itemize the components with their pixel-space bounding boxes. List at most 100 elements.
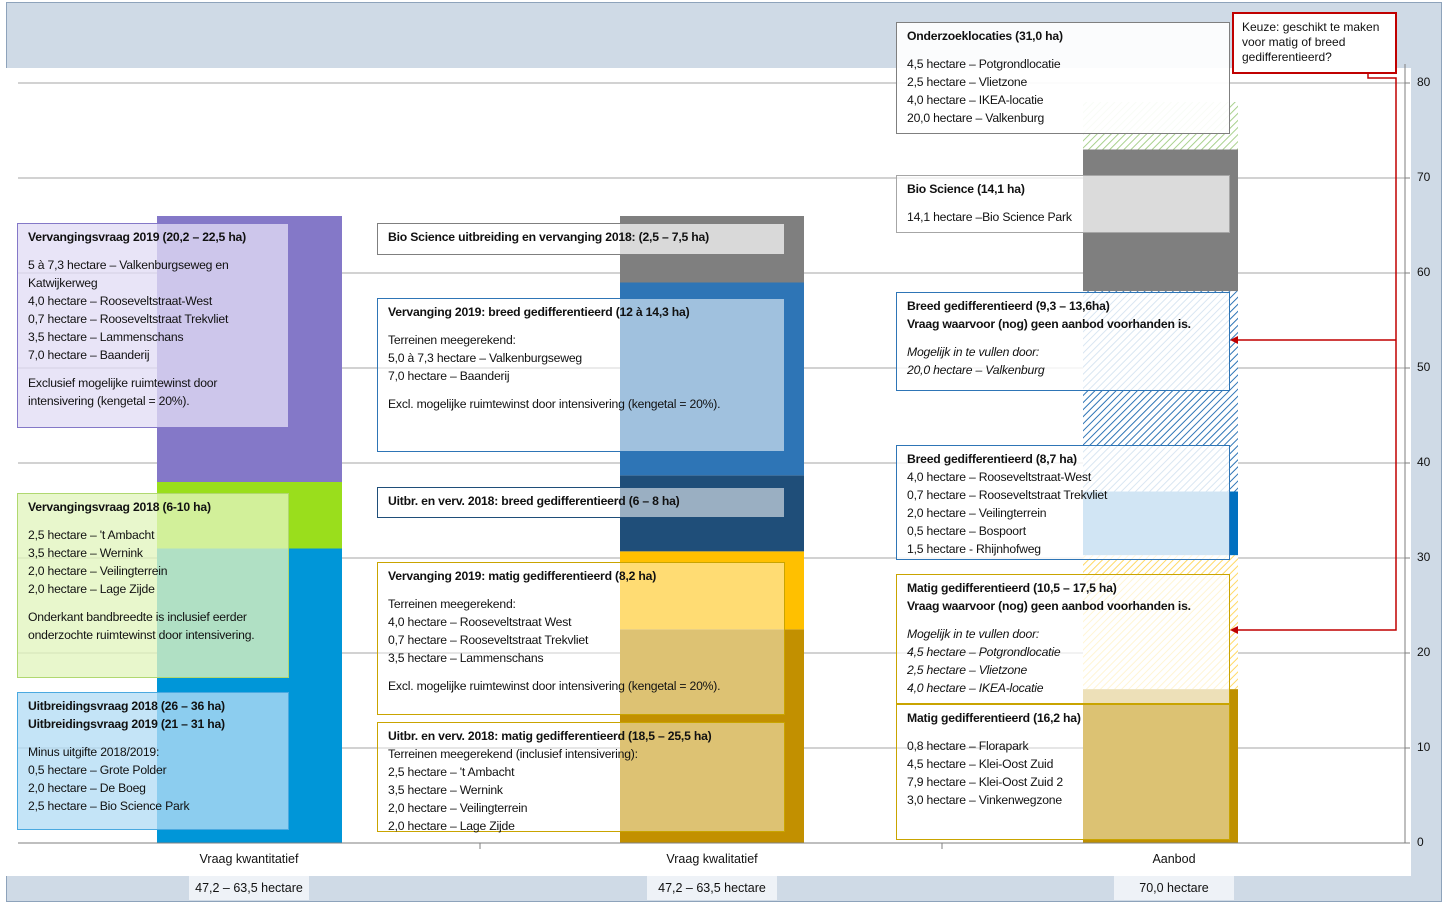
- box-line: 2,5 hectare – 't Ambacht: [28, 528, 155, 542]
- y-tick-label: 40: [1417, 455, 1431, 469]
- y-tick-label: 10: [1417, 740, 1431, 754]
- box-title: Uitbr. en verv. 2018: breed gedifferenti…: [388, 494, 680, 508]
- choice-note: Keuze: geschikt te maken voor matig of b…: [1232, 12, 1397, 74]
- box-spacer: [388, 385, 784, 395]
- box-line: 0,5 hectare – Bospoort: [907, 524, 1026, 538]
- y-tick-label: 80: [1417, 75, 1431, 89]
- y-tick-label: 50: [1417, 360, 1431, 374]
- box-line: 4,5 hectare – Klei-Oost Zuid: [907, 757, 1054, 771]
- box-spacer: [388, 585, 784, 595]
- box-line: 4,0 hectare – Rooseveltstraat-West: [28, 294, 213, 308]
- category-total: 47,2 – 63,5 hectare: [647, 876, 777, 900]
- box-line: 4,0 hectare – IKEA-locatie: [907, 93, 1044, 107]
- box-line: Mogelijk in te vullen door:: [907, 627, 1040, 641]
- box-line: Terreinen meegerekend:: [388, 597, 516, 611]
- box-line: 1,5 hectare - Rhijnhofweg: [907, 542, 1041, 556]
- box-spacer: [28, 246, 288, 256]
- box-line: 3,0 hectare – Vinkenwegzone: [907, 793, 1062, 807]
- box-line: Minus uitgifte 2018/2019:: [28, 745, 160, 759]
- box-line: 4,5 hectare – Potgrondlocatie: [907, 645, 1061, 659]
- annotation-box: Bio Science uitbreiding en vervanging 20…: [377, 223, 785, 255]
- box-line: 20,0 hectare – Valkenburg: [907, 111, 1045, 125]
- y-tick-label: 70: [1417, 170, 1431, 184]
- box-line: 0,7 hectare – Rooseveltstraat Trekvliet: [907, 488, 1108, 502]
- annotation-box: Matig gedifferentieerd (16,2 ha) 0,8 hect…: [896, 704, 1230, 840]
- box-line: 2,0 hectare – Veilingterrein: [907, 506, 1047, 520]
- box-spacer: [388, 667, 784, 677]
- box-title: Vraag waarvoor (nog) geen aanbod voorhan…: [907, 599, 1191, 613]
- box-spacer: [28, 598, 288, 608]
- box-line: Terreinen meegerekend (inclusief intensi…: [388, 747, 638, 761]
- annotation-box: Vervangingsvraag 2019 (20,2 – 22,5 ha) 5 …: [17, 223, 289, 428]
- annotation-box: Vervangingsvraag 2018 (6-10 ha) 2,5 hecta…: [17, 493, 289, 678]
- y-tick-label: 30: [1417, 550, 1431, 564]
- box-line: 0,5 hectare – Grote Polder: [28, 763, 167, 777]
- box-line: Onderkant bandbreedte is inclusief eerde…: [28, 610, 247, 624]
- box-spacer: [907, 45, 1229, 55]
- box-title: Matig gedifferentieerd (10,5 – 17,5 ha): [907, 581, 1117, 595]
- box-line: 7,0 hectare – Baanderij: [388, 369, 510, 383]
- annotation-box: Onderzoeklocaties (31,0 ha) 4,5 hectare –…: [896, 22, 1230, 134]
- box-spacer: [907, 727, 1229, 737]
- box-line: 20,0 hectare – Valkenburg: [907, 363, 1045, 377]
- box-line: 7,0 hectare – Baanderij: [28, 348, 150, 362]
- box-title: Vervangingsvraag 2018 (6-10 ha): [28, 500, 211, 514]
- box-title: Uitbreidingsvraag 2018 (26 – 36 ha): [28, 699, 225, 713]
- box-title: Vraag waarvoor (nog) geen aanbod voorhan…: [907, 317, 1191, 331]
- box-line: 2,5 hectare – Vlietzone: [907, 663, 1028, 677]
- box-line: 0,7 hectare – Rooseveltstraat Trekvliet: [28, 312, 229, 326]
- y-tick-label: 20: [1417, 645, 1431, 659]
- box-line: 4,0 hectare – IKEA-locatie: [907, 681, 1044, 695]
- x-category-label: Aanbod: [1152, 852, 1196, 866]
- box-line: 0,7 hectare – Rooseveltstraat Trekvliet: [388, 633, 589, 647]
- box-line: Excl. mogelijke ruimtewinst door intensi…: [388, 397, 721, 411]
- box-spacer: [907, 198, 1229, 208]
- box-line: 3,5 hectare – Wernink: [28, 546, 143, 560]
- box-line: 3,5 hectare – Lammenschans: [388, 651, 544, 665]
- box-spacer: [28, 733, 288, 743]
- box-title: Onderzoeklocaties (31,0 ha): [907, 29, 1063, 43]
- box-spacer: [28, 516, 288, 526]
- box-line: 3,5 hectare – Wernink: [388, 783, 503, 797]
- annotation-box: Vervanging 2019: breed gedifferentieerd …: [377, 298, 785, 452]
- box-line: intensivering (kengetal = 20%).: [28, 394, 190, 408]
- box-title: Bio Science uitbreiding en vervanging 20…: [388, 230, 709, 244]
- box-line: 2,0 hectare – Veilingterrein: [388, 801, 528, 815]
- annotation-box: Vervanging 2019: matig gedifferentieerd …: [377, 562, 785, 715]
- box-line: 2,0 hectare – De Boeg: [28, 781, 146, 795]
- x-category-label: Vraag kwalitatief: [666, 852, 758, 866]
- box-line: 0,8 hectare – Florapark: [907, 739, 1029, 753]
- box-line: Mogelijk in te vullen door:: [907, 345, 1040, 359]
- box-title: Uitbreidingsvraag 2019 (21 – 31 ha): [28, 717, 225, 731]
- box-line: Excl. mogelijke ruimtewinst door intensi…: [388, 679, 721, 693]
- box-line: 2,5 hectare – 't Ambacht: [388, 765, 515, 779]
- box-line: 5,0 à 7,3 hectare – Valkenburgseweg: [388, 351, 583, 365]
- box-title: Breed gedifferentieerd (9,3 – 13,6ha): [907, 299, 1110, 313]
- annotation-box: Uitbr. en verv. 2018: breed gedifferenti…: [377, 487, 785, 518]
- box-title: Bio Science (14,1 ha): [907, 182, 1025, 196]
- annotation-box: Matig gedifferentieerd (10,5 – 17,5 ha) V…: [896, 574, 1230, 704]
- box-line: onderzochte ruimtewinst door intensiveri…: [28, 628, 255, 642]
- box-title: Vervangingsvraag 2019 (20,2 – 22,5 ha): [28, 230, 246, 244]
- box-line: 2,0 hectare – Lage Zijde: [28, 582, 155, 596]
- y-tick-label: 0: [1417, 835, 1424, 849]
- box-line: Katwijkerweg: [28, 276, 98, 290]
- box-line: 14,1 hectare –Bio Science Park: [907, 210, 1072, 224]
- box-line: 2,0 hectare – Veilingterrein: [28, 564, 168, 578]
- annotation-box: Breed gedifferentieerd (8,7 ha) 4,0 hecta…: [896, 445, 1230, 560]
- x-category-label: Vraag kwantitatief: [199, 852, 299, 866]
- category-total: 47,2 – 63,5 hectare: [189, 876, 309, 900]
- box-title: Uitbr. en verv. 2018: matig gedifferenti…: [388, 729, 712, 743]
- annotation-box: Bio Science (14,1 ha) 14,1 hectare –Bio S…: [896, 175, 1230, 233]
- box-spacer: [28, 364, 288, 374]
- box-line: 2,5 hectare – Bio Science Park: [28, 799, 190, 813]
- box-line: 4,0 hectare – Rooseveltstraat West: [388, 615, 572, 629]
- box-line: 2,5 hectare – Vlietzone: [907, 75, 1028, 89]
- box-line: 4,5 hectare – Potgrondlocatie: [907, 57, 1061, 71]
- box-line: 4,0 hectare – Rooseveltstraat-West: [907, 470, 1092, 484]
- box-line: Terreinen meegerekend:: [388, 333, 516, 347]
- annotation-box: Breed gedifferentieerd (9,3 – 13,6ha) Vra…: [896, 292, 1230, 391]
- box-title: Vervanging 2019: breed gedifferentieerd …: [388, 305, 690, 319]
- annotation-box: Uitbr. en verv. 2018: matig gedifferenti…: [377, 722, 785, 833]
- box-line: 7,9 hectare – Klei-Oost Zuid 2: [907, 775, 1063, 789]
